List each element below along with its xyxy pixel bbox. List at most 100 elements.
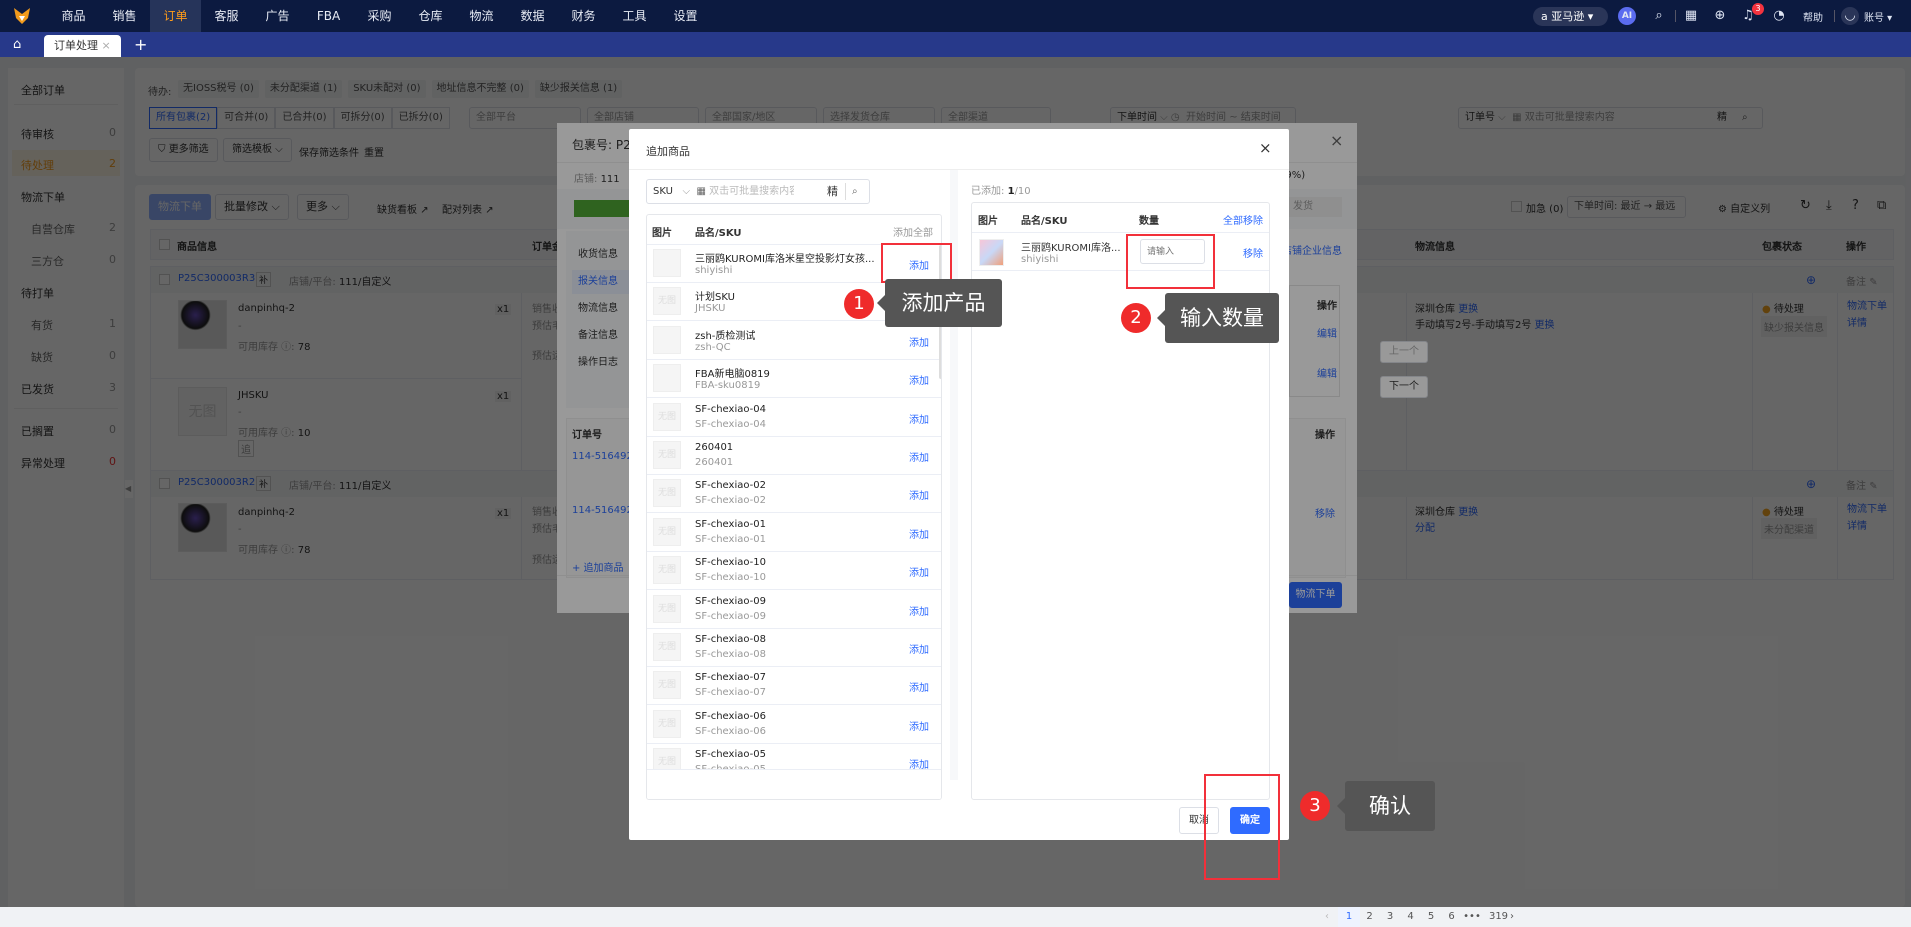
product-search[interactable]: SKU ⌵ ▦ 双击可批量搜索内容 精 ⌕ <box>646 179 870 204</box>
add-product-button[interactable]: 添加 <box>909 564 929 579</box>
apps-grid-icon[interactable]: ▦ <box>1682 7 1700 25</box>
step-tooltip: 输入数量 <box>1157 293 1279 343</box>
nav-item-7[interactable]: 仓库 <box>405 0 456 32</box>
header-quantity: 数量 <box>1139 216 1159 227</box>
divider <box>1675 10 1676 22</box>
search-type-select[interactable]: SKU <box>653 186 673 197</box>
nav-item-10[interactable]: 财务 <box>558 0 609 32</box>
add-product-button[interactable]: 添加 <box>909 487 929 502</box>
nav-item-3[interactable]: 客服 <box>201 0 252 32</box>
pagination-page[interactable]: 5 <box>1420 907 1442 927</box>
product-sku: SF-chexiao-09 <box>695 610 766 622</box>
download-icon[interactable]: ⊕ <box>1711 7 1729 25</box>
add-tab-button[interactable]: + <box>134 35 147 54</box>
selected-list: 图片 品名/SKU 数量 全部移除 三丽鸥KUROMI库洛... shiyish… <box>971 202 1270 800</box>
search-icon[interactable]: ⌕ <box>852 180 858 203</box>
product-sku: zsh-QC <box>695 341 731 353</box>
tab-close-icon[interactable]: × <box>102 39 111 52</box>
precise-toggle[interactable]: 精 <box>827 180 838 203</box>
pagination-page[interactable]: 2 <box>1359 907 1381 927</box>
highlight-add-button <box>881 243 952 283</box>
add-product-button[interactable]: 添加 <box>909 411 929 426</box>
avatar-icon[interactable]: ◡ <box>1841 7 1859 25</box>
nav-item-9[interactable]: 数据 <box>507 0 558 32</box>
product-sku: SF-chexiao-02 <box>695 495 766 507</box>
remove-all-button[interactable]: 全部移除 <box>1223 212 1263 227</box>
modal-title: 追加商品 <box>646 145 690 158</box>
list-item: zsh-质检测试 zsh-QC 添加 <box>647 322 941 360</box>
close-icon[interactable]: × <box>1259 139 1272 157</box>
divider <box>845 183 846 200</box>
product-thumbnail: 无图 <box>653 402 681 431</box>
nav-item-5[interactable]: FBA <box>303 0 354 32</box>
account-menu[interactable]: 账号 ▾ <box>1864 9 1892 24</box>
headset-icon[interactable]: ◔ <box>1770 7 1788 25</box>
product-thumbnail <box>979 239 1004 266</box>
product-name: SF-chexiao-08 <box>695 634 766 645</box>
add-product-button[interactable]: 添加 <box>909 679 929 694</box>
product-thumbnail: 无图 <box>653 441 681 469</box>
pagination-page[interactable]: ••• <box>1461 907 1483 927</box>
pagination-next-icon[interactable]: › <box>1501 907 1523 927</box>
platform-switcher[interactable]: a 亚马逊 ▾ <box>1533 7 1608 26</box>
product-thumbnail: 无图 <box>653 479 681 508</box>
product-name: SF-chexiao-09 <box>695 595 766 607</box>
add-product-button[interactable]: 添加 <box>909 526 929 541</box>
product-name: SF-chexiao-06 <box>695 710 766 722</box>
product-sku: JHSKU <box>695 303 726 315</box>
search-input[interactable]: 双击可批量搜索内容 <box>709 180 794 203</box>
remove-link[interactable]: 移除 <box>1243 245 1263 260</box>
highlight-confirm-button <box>1204 774 1280 880</box>
pagination-page[interactable]: 3 <box>1379 907 1401 927</box>
tab-order-processing[interactable]: 订单处理 × <box>44 35 121 57</box>
pagination-page[interactable]: 6 <box>1441 907 1463 927</box>
header-image: 图片 <box>652 228 672 239</box>
product-thumbnail: 无图 <box>653 287 681 316</box>
product-sku: SF-chexiao-10 <box>695 572 766 584</box>
search-icon[interactable]: ⌕ <box>1650 7 1668 25</box>
nav-item-6[interactable]: 采购 <box>354 0 405 32</box>
selected-header: 图片 品名/SKU 数量 全部移除 <box>972 203 1269 233</box>
nav-item-4[interactable]: 广告 <box>252 0 303 32</box>
list-item: 无图 SF-chexiao-02 SF-chexiao-02 添加 <box>647 475 941 514</box>
add-product-button[interactable]: 添加 <box>909 449 929 464</box>
nav-item-0[interactable]: 商品 <box>48 0 99 32</box>
help-link[interactable]: 帮助 <box>1803 9 1823 24</box>
ai-button[interactable]: AI <box>1618 7 1636 25</box>
add-product-button[interactable]: 添加 <box>909 372 929 387</box>
add-product-button[interactable]: 添加 <box>909 641 929 656</box>
pagination-page[interactable]: 4 <box>1400 907 1422 927</box>
home-icon[interactable]: ⌂ <box>13 37 21 52</box>
nav-item-1[interactable]: 销售 <box>99 0 150 32</box>
product-thumbnail: 无图 <box>653 633 681 661</box>
account-label: 账号 <box>1864 13 1884 24</box>
step-badge: 2 <box>1121 303 1151 333</box>
product-sku: SF-chexiao-01 <box>695 533 766 545</box>
tab-label: 订单处理 <box>54 39 98 52</box>
add-product-button[interactable]: 添加 <box>909 334 929 349</box>
product-name: SF-chexiao-04 <box>695 403 766 415</box>
divider <box>1834 10 1835 22</box>
nav-item-12[interactable]: 设置 <box>660 0 711 32</box>
product-thumbnail <box>653 364 681 393</box>
step-tooltip: 确认 <box>1337 781 1435 831</box>
fox-logo-icon[interactable] <box>12 6 32 26</box>
add-all-button[interactable]: 添加全部 <box>893 224 933 239</box>
nav-item-11[interactable]: 工具 <box>609 0 660 32</box>
product-thumbnail <box>653 249 681 277</box>
pagination-prev-icon[interactable]: ‹ <box>1316 907 1338 927</box>
pagination-page[interactable]: 1 <box>1338 907 1360 927</box>
product-name: SF-chexiao-02 <box>695 480 766 492</box>
header-name: 品名/SKU <box>1021 216 1068 227</box>
nav-item-2[interactable]: 订单 <box>150 0 201 32</box>
list-item: 无图 SF-chexiao-06 SF-chexiao-06 添加 <box>647 706 941 744</box>
product-name: 260401 <box>695 442 734 453</box>
selected-sku: shiyishi <box>1021 254 1059 265</box>
add-product-button[interactable]: 添加 <box>909 718 929 733</box>
highlight-quantity-input <box>1126 234 1215 289</box>
product-thumbnail: 无图 <box>653 709 681 738</box>
add-product-button[interactable]: 添加 <box>909 603 929 618</box>
nav-item-8[interactable]: 物流 <box>456 0 507 32</box>
step-badge: 1 <box>844 289 874 319</box>
product-name: FBA新电脑0819 <box>695 369 770 381</box>
